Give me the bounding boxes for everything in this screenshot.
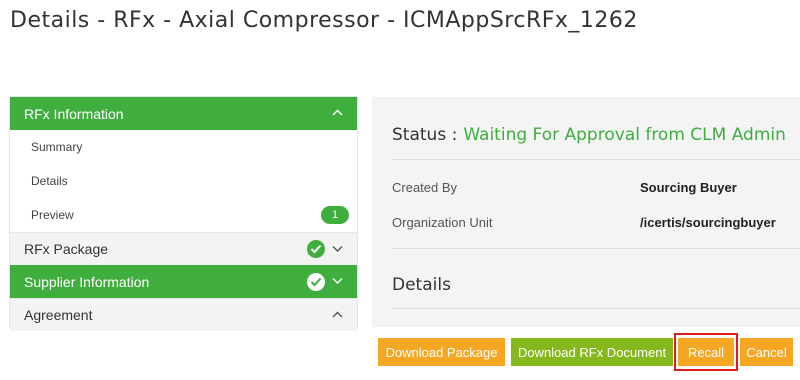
sidebar-item-label: Details: [31, 174, 68, 188]
divider: [392, 159, 800, 160]
created-by-value: Sourcing Buyer: [640, 180, 737, 195]
preview-count-badge: 1: [321, 206, 349, 224]
organization-unit-label: Organization Unit: [392, 215, 493, 230]
chevron-up-icon[interactable]: [331, 108, 343, 119]
sidebar-section-rfx-information[interactable]: RFx Information: [10, 97, 357, 130]
sidebar-item-details[interactable]: Details: [10, 164, 357, 198]
sidebar-item-preview[interactable]: Preview 1: [10, 198, 357, 232]
cancel-button[interactable]: Cancel: [740, 338, 793, 366]
sidebar-item-label: Preview: [31, 208, 74, 222]
sidebar-section-label: Supplier Information: [24, 273, 150, 290]
divider: [392, 248, 800, 249]
status-label: Status :: [392, 125, 458, 145]
download-package-button[interactable]: Download Package: [378, 338, 505, 366]
details-section-heading: Details: [392, 275, 451, 295]
sidebar-nav: RFx Information Summary Details Preview …: [10, 97, 357, 331]
divider: [392, 308, 800, 309]
check-circle-icon: [307, 240, 325, 258]
chevron-up-icon[interactable]: [331, 310, 343, 321]
sidebar-section-label: Agreement: [24, 307, 93, 323]
details-panel: Status : Waiting For Approval from CLM Ad…: [372, 97, 800, 327]
status-value: Waiting For Approval from CLM Admin: [463, 125, 786, 145]
page-title: Details - RFx - Axial Compressor - ICMAp…: [10, 8, 638, 33]
organization-unit-value: /icertis/sourcingbuyer: [640, 215, 776, 230]
recall-highlight-outline: [674, 333, 738, 371]
sidebar-section-rfx-package[interactable]: RFx Package: [10, 232, 357, 265]
sidebar-item-label: Summary: [31, 140, 83, 154]
sidebar-section-label: RFx Package: [24, 241, 109, 257]
status-line: Status : Waiting For Approval from CLM Ad…: [392, 125, 786, 145]
check-circle-icon: [307, 272, 325, 291]
chevron-down-icon[interactable]: [331, 276, 343, 287]
sidebar-section-supplier-information[interactable]: Supplier Information: [10, 265, 357, 298]
download-rfx-document-button[interactable]: Download RFx Document: [511, 338, 673, 366]
sidebar-item-summary[interactable]: Summary: [10, 130, 357, 164]
chevron-down-icon[interactable]: [331, 244, 343, 255]
sidebar-section-label: RFx Information: [24, 105, 124, 122]
created-by-label: Created By: [392, 180, 458, 195]
sidebar-section-agreement[interactable]: Agreement: [10, 298, 357, 331]
